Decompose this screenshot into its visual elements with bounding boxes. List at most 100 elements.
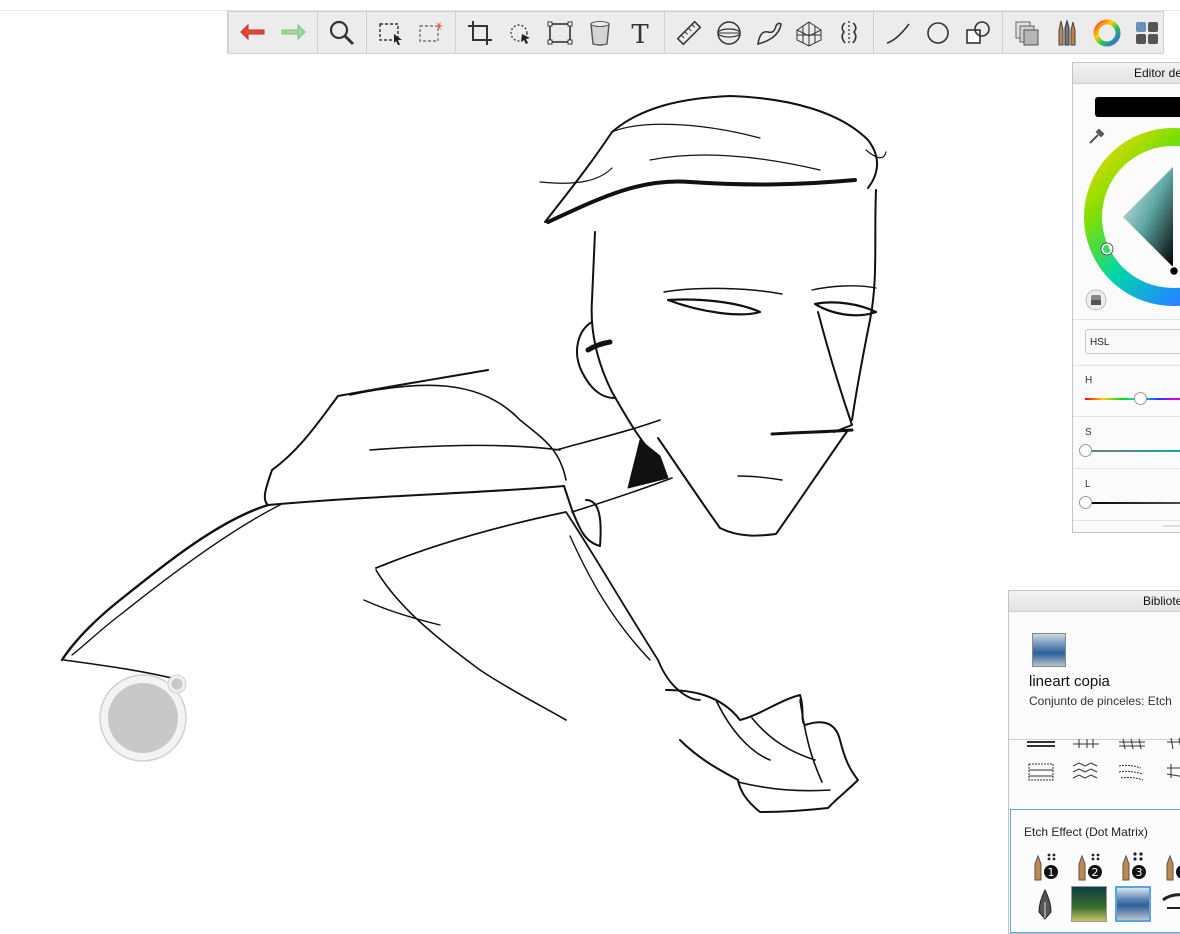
magic-selection-icon	[419, 21, 443, 42]
l-slider-thumb[interactable]	[1079, 496, 1092, 509]
s-slider-thumb[interactable]	[1079, 444, 1092, 457]
zoom-button[interactable]	[322, 15, 362, 51]
crop-button[interactable]	[460, 15, 500, 51]
dot-number: 3	[1136, 866, 1143, 879]
etch-set-label: Etch Effect (Dot Matrix)	[1024, 825, 1148, 839]
sketch-ear-fill	[585, 339, 613, 353]
undo-icon	[240, 23, 265, 40]
drawing-canvas[interactable]	[0, 55, 1180, 934]
toolbar-group-select	[367, 12, 456, 53]
color-wheel-icon	[1093, 19, 1121, 46]
dot-matrix-brush-2[interactable]: 2	[1071, 848, 1107, 884]
toolbar-group-transform: T	[456, 12, 665, 53]
current-color-swatch[interactable]	[1095, 97, 1180, 117]
s-slider-track[interactable]	[1085, 450, 1180, 452]
etch-brush-6	[1072, 762, 1098, 779]
saturation-marker[interactable]	[1168, 265, 1180, 277]
transform-button[interactable]	[500, 15, 540, 51]
custom-brush-stroke[interactable]	[1159, 886, 1180, 922]
ellipse-guide-icon	[717, 20, 741, 45]
sketch-nose	[817, 311, 853, 433]
toolbar-group-shapes	[874, 12, 1003, 53]
ellipse-guide-button[interactable]	[709, 15, 749, 51]
sketch-mouth	[770, 428, 854, 436]
transform-icon	[510, 23, 530, 44]
brush-library-title[interactable]: Bibliote	[1009, 591, 1180, 612]
dot-matrix-brush-1[interactable]: 1	[1027, 848, 1063, 884]
color-mode-select[interactable]: HSL	[1085, 329, 1180, 354]
s-slider-label: S	[1085, 427, 1092, 438]
color-puck-icon[interactable]	[1085, 289, 1107, 311]
divider	[1073, 319, 1180, 320]
h-slider-track[interactable]	[1085, 398, 1180, 400]
divider	[1073, 416, 1180, 417]
dot-number: 1	[1048, 866, 1055, 879]
line-button[interactable]	[878, 15, 918, 51]
sketch-jaw	[657, 429, 849, 537]
symmetry-button[interactable]	[829, 15, 869, 51]
floating-puck[interactable]	[98, 673, 188, 763]
brush-library-panel: Bibliote lineart copia Conjunto de pince…	[1008, 590, 1180, 934]
h-slider-label: H	[1085, 375, 1093, 386]
perspective-guide-button[interactable]	[789, 15, 829, 51]
ink-pen-brush[interactable]	[1027, 886, 1063, 922]
circle-button[interactable]	[918, 15, 958, 51]
sketch-hair-fringe	[546, 178, 857, 224]
sketch-sleeve-fold	[363, 535, 651, 661]
redo-button[interactable]	[273, 15, 313, 51]
ruler-button[interactable]	[669, 15, 709, 51]
text-button[interactable]: T	[620, 15, 660, 51]
sketch-eye-right	[813, 301, 878, 317]
l-slider-label: L	[1085, 479, 1091, 490]
divider	[1073, 365, 1180, 366]
etch-brush-5	[1028, 763, 1054, 781]
distort-button[interactable]	[540, 15, 580, 51]
sketch-eye-left	[666, 298, 762, 316]
text-icon: T	[631, 20, 649, 48]
puck-icon	[99, 674, 187, 762]
fill-bucket-button[interactable]	[580, 15, 620, 51]
layers-button[interactable]	[1007, 15, 1047, 51]
sketch-sleeve-inner	[375, 569, 567, 721]
color-editor-panel: Editor de HSL H S L	[1072, 62, 1180, 533]
french-curve-button[interactable]	[749, 15, 789, 51]
selection-button[interactable]	[371, 15, 411, 51]
sketch-hair-strands	[539, 123, 887, 184]
h-slider-thumb[interactable]	[1134, 392, 1147, 405]
sketch-head-side	[590, 231, 651, 451]
divider	[1073, 520, 1180, 521]
symmetry-icon	[841, 20, 857, 45]
color-wheel-button[interactable]	[1087, 15, 1127, 51]
dot-matrix-brush-icon: 2	[1078, 853, 1102, 881]
custom-brush-thumb-1[interactable]	[1071, 886, 1107, 922]
fill-bucket-icon	[590, 20, 610, 46]
sketch-neck-shadow	[627, 439, 669, 489]
etch-brush-grid[interactable]	[1021, 736, 1180, 796]
etch-brush-3	[1119, 738, 1145, 750]
dot-matrix-brush-4[interactable]	[1159, 848, 1180, 884]
dot-matrix-brush-3[interactable]: 3	[1115, 848, 1151, 884]
sketch-hood	[263, 369, 602, 547]
color-wheel[interactable]	[1083, 125, 1180, 310]
color-editor-title[interactable]: Editor de	[1073, 63, 1180, 84]
etch-brush-7	[1118, 764, 1144, 781]
l-slider-track[interactable]	[1085, 502, 1180, 504]
toolbar-group-panels	[1003, 12, 1171, 53]
shapes-button[interactable]	[958, 15, 998, 51]
ruler-icon	[676, 20, 702, 45]
brush-library-button[interactable]	[1047, 15, 1087, 51]
redo-icon	[281, 23, 306, 40]
resize-grip[interactable]	[1163, 525, 1180, 527]
circle-icon	[927, 21, 949, 44]
dot-matrix-brush-icon	[1166, 854, 1180, 881]
undo-button[interactable]	[233, 15, 273, 51]
custom-brush-thumb-2-selected[interactable]	[1115, 886, 1151, 922]
toolbar-group-zoom	[318, 12, 367, 53]
etch-brush-2	[1073, 739, 1099, 748]
magic-selection-button[interactable]	[411, 15, 451, 51]
zoom-icon	[329, 20, 355, 45]
panels-button[interactable]	[1127, 15, 1167, 51]
pen-nib-icon	[1038, 888, 1052, 920]
sketch-brow-right	[811, 285, 877, 291]
brush-library-icon	[1058, 18, 1076, 45]
